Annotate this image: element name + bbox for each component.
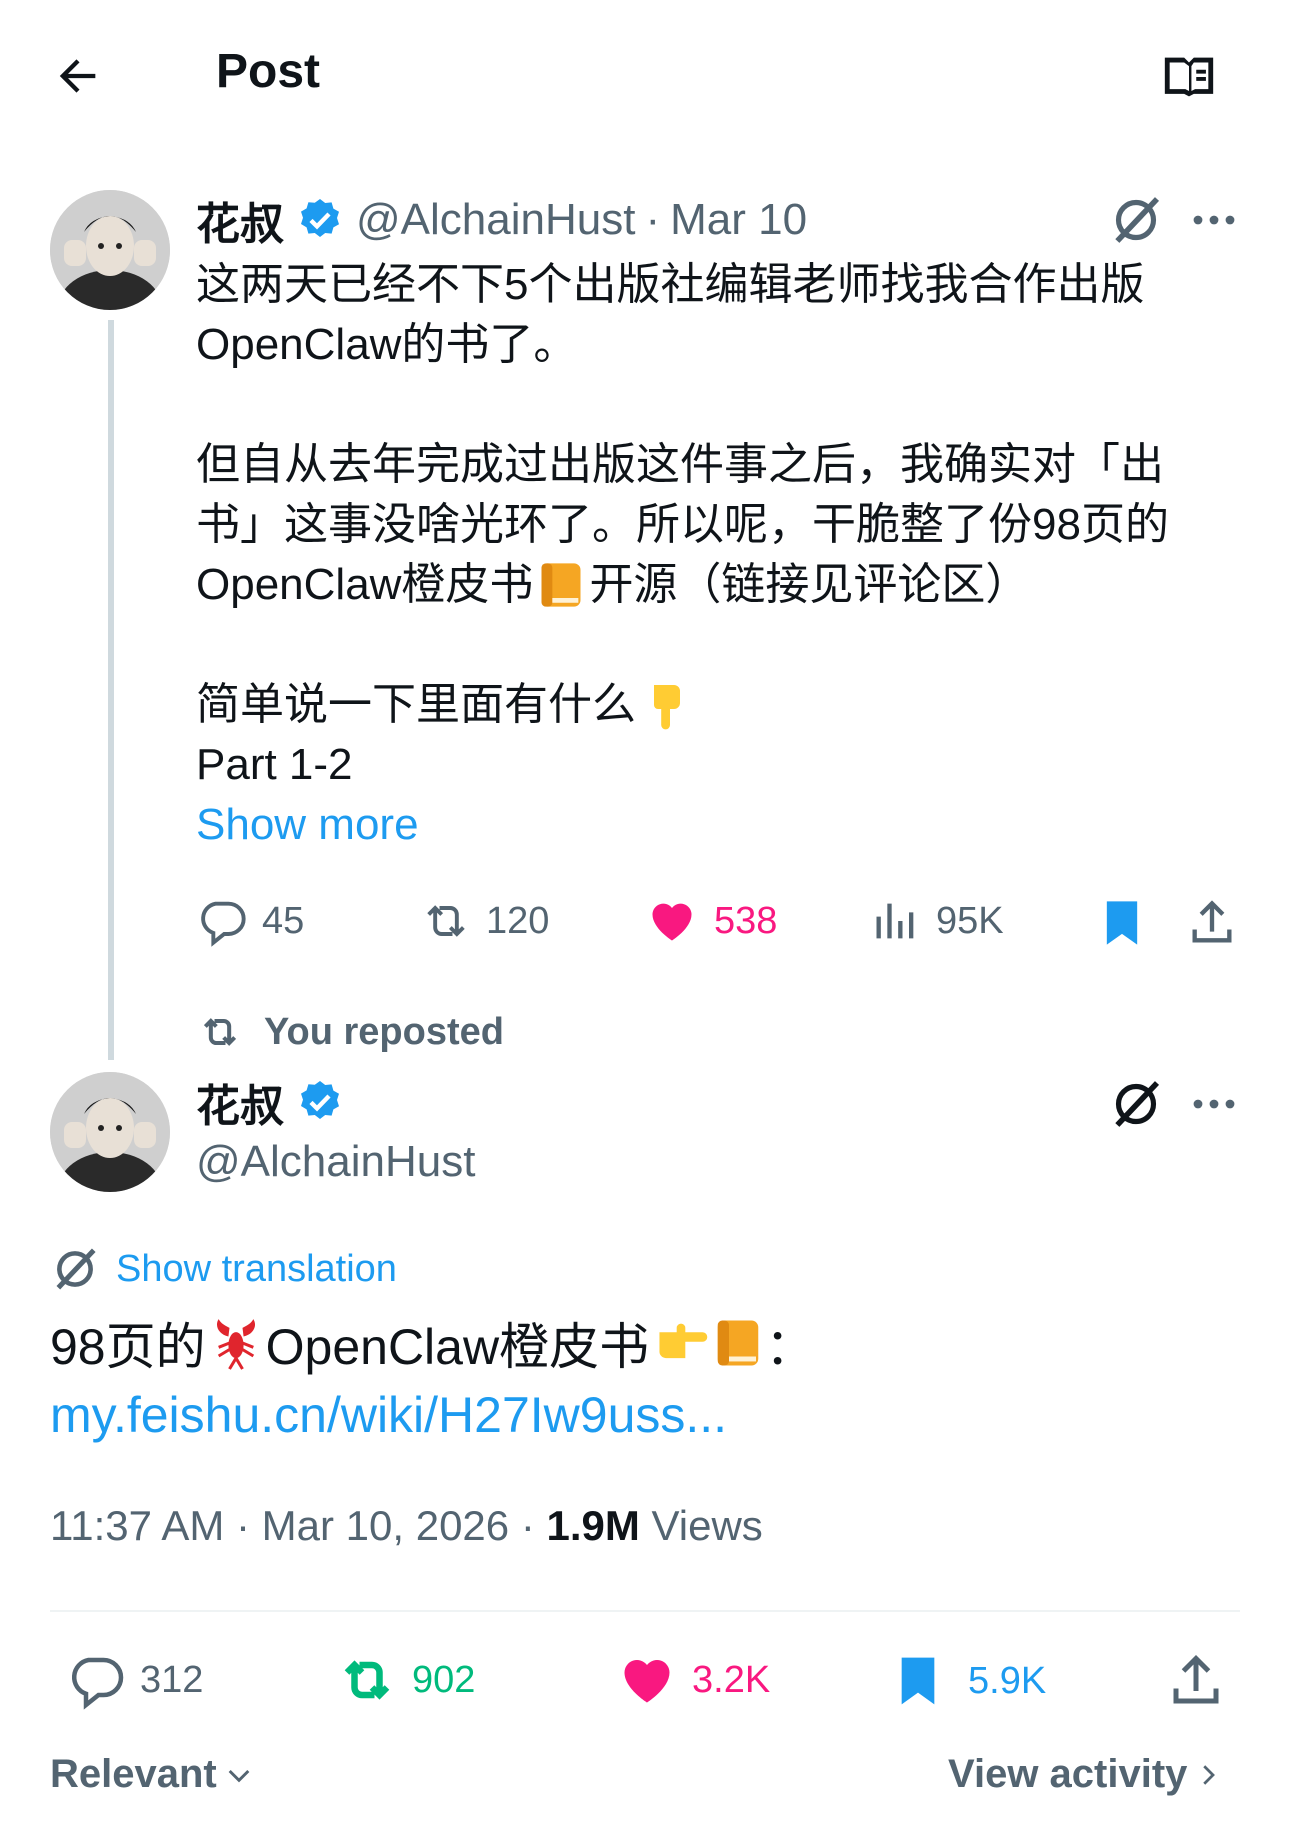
more-options-button[interactable]: [1190, 1084, 1238, 1124]
handle[interactable]: @AlchainHust: [356, 195, 635, 245]
reply-count: 45: [262, 899, 305, 942]
more-icon: [1193, 215, 1235, 225]
views-label: Views: [639, 1502, 763, 1549]
like-button[interactable]: 3.2K: [616, 1650, 770, 1710]
show-translation-label: Show translation: [116, 1247, 397, 1290]
analytics-icon: [876, 903, 914, 939]
view-activity-link[interactable]: View activity: [948, 1752, 1223, 1797]
repost-icon: [427, 905, 465, 937]
repost-count: 902: [412, 1658, 476, 1701]
display-name[interactable]: 花叔: [196, 1070, 284, 1134]
grok-button[interactable]: [1108, 192, 1164, 248]
bookmark-filled-icon: [901, 1657, 935, 1705]
repost-banner-text[interactable]: You reposted: [264, 1011, 504, 1054]
text-line: 书」这事没啥光环了。所以呢，干脆整了份98页的: [196, 500, 1169, 549]
divider: [50, 1610, 1240, 1612]
sort-label: Relevant: [50, 1752, 217, 1796]
reply-count: 312: [140, 1658, 204, 1701]
repost-icon: [344, 1660, 390, 1700]
bookmark-button[interactable]: 5.9K: [890, 1650, 1046, 1712]
orange-book-emoji-icon: [535, 558, 587, 612]
like-button[interactable]: 538: [644, 895, 777, 947]
post-header: 花叔 @AlchainHust · Mar 10: [196, 190, 807, 250]
post-link[interactable]: my.feishu.cn/wiki/H27Iw9uss...: [50, 1382, 727, 1448]
pointing-right-emoji-icon: [653, 1319, 709, 1367]
text-line: Part 1-2: [196, 740, 353, 789]
reply-icon: [71, 1657, 124, 1710]
repost-button[interactable]: 120: [418, 895, 549, 947]
more-options-button[interactable]: [1190, 200, 1238, 240]
grok-icon: [1115, 1081, 1160, 1127]
reader-mode-button[interactable]: [1160, 48, 1218, 106]
post-metadata: 11:37 AM · Mar 10, 2026 · 1.9M Views: [50, 1502, 763, 1550]
main-post-text: 98页的 OpenClaw橙皮书 ：: [50, 1310, 815, 1376]
share-button[interactable]: [1186, 895, 1238, 951]
thread-line: [108, 320, 114, 1060]
grok-icon: [1115, 197, 1160, 243]
verified-badge-icon: [296, 196, 344, 244]
heart-filled-icon: [624, 1660, 670, 1703]
show-more-link[interactable]: Show more: [196, 795, 1236, 855]
repost-banner: You reposted: [196, 1010, 504, 1054]
back-button[interactable]: [52, 50, 104, 102]
bookmark-count: 5.9K: [968, 1659, 1047, 1702]
bookmark-button[interactable]: [1096, 895, 1148, 951]
reply-button[interactable]: 312: [66, 1650, 203, 1710]
reply-icon: [201, 901, 246, 947]
verified-badge-icon: [296, 1078, 344, 1126]
orange-book-emoji-icon: [711, 1315, 765, 1371]
views-count: 1.9M: [546, 1502, 640, 1549]
author-name-row: 花叔: [196, 1072, 344, 1132]
text-line: OpenClaw橙皮书 开源（链接见评论区）: [196, 555, 1236, 615]
view-activity-label: View activity: [948, 1752, 1188, 1796]
pointing-down-emoji-icon: [642, 678, 690, 732]
open-book-icon: [1164, 57, 1214, 97]
share-icon: [1192, 900, 1232, 943]
views-count: 95K: [936, 899, 1004, 942]
page-title: Post: [216, 45, 321, 98]
separator-dot: ·: [645, 195, 661, 244]
text-line: 简单说一下里面有什么: [196, 675, 1236, 735]
sort-replies-dropdown[interactable]: Relevant: [50, 1752, 255, 1797]
avatar[interactable]: [50, 190, 170, 310]
repost-button[interactable]: 902: [334, 1650, 475, 1710]
share-icon: [1173, 1654, 1219, 1704]
bookmark-filled-icon: [1106, 901, 1138, 945]
heart-filled-icon: [652, 903, 692, 941]
arrow-left-icon: [59, 59, 96, 93]
text-line: 但自从去年完成过出版这件事之后，我确实对「出: [196, 440, 1164, 489]
post-text: 这两天已经不下5个出版社编辑老师找我合作出版 OpenClaw的书了。 但自从去…: [196, 255, 1236, 855]
chevron-right-icon: [1193, 1759, 1223, 1791]
grok-icon: [50, 1244, 100, 1294]
avatar[interactable]: [50, 1072, 170, 1192]
post-timestamp[interactable]: 11:37 AM · Mar 10, 2026 ·: [50, 1502, 546, 1549]
grok-button[interactable]: [1108, 1076, 1164, 1132]
repost-count: 120: [486, 899, 550, 942]
repost-icon: [196, 1010, 244, 1054]
display-name[interactable]: 花叔: [196, 188, 284, 252]
like-count: 3.2K: [692, 1658, 771, 1701]
more-icon: [1193, 1099, 1235, 1109]
show-translation-button[interactable]: Show translation: [50, 1244, 397, 1294]
text-line: 这两天已经不下5个出版社编辑老师找我合作出版: [196, 260, 1145, 309]
handle[interactable]: @AlchainHust: [196, 1132, 475, 1192]
chevron-down-icon: [223, 1759, 255, 1791]
reply-button[interactable]: 45: [196, 895, 304, 947]
views-button[interactable]: 95K: [870, 895, 1004, 947]
text-line: OpenClaw的书了。: [196, 320, 578, 369]
share-button[interactable]: [1166, 1650, 1226, 1712]
post-date[interactable]: Mar 10: [670, 195, 807, 245]
like-count: 538: [714, 899, 778, 942]
lobster-emoji-icon: [210, 1314, 262, 1372]
